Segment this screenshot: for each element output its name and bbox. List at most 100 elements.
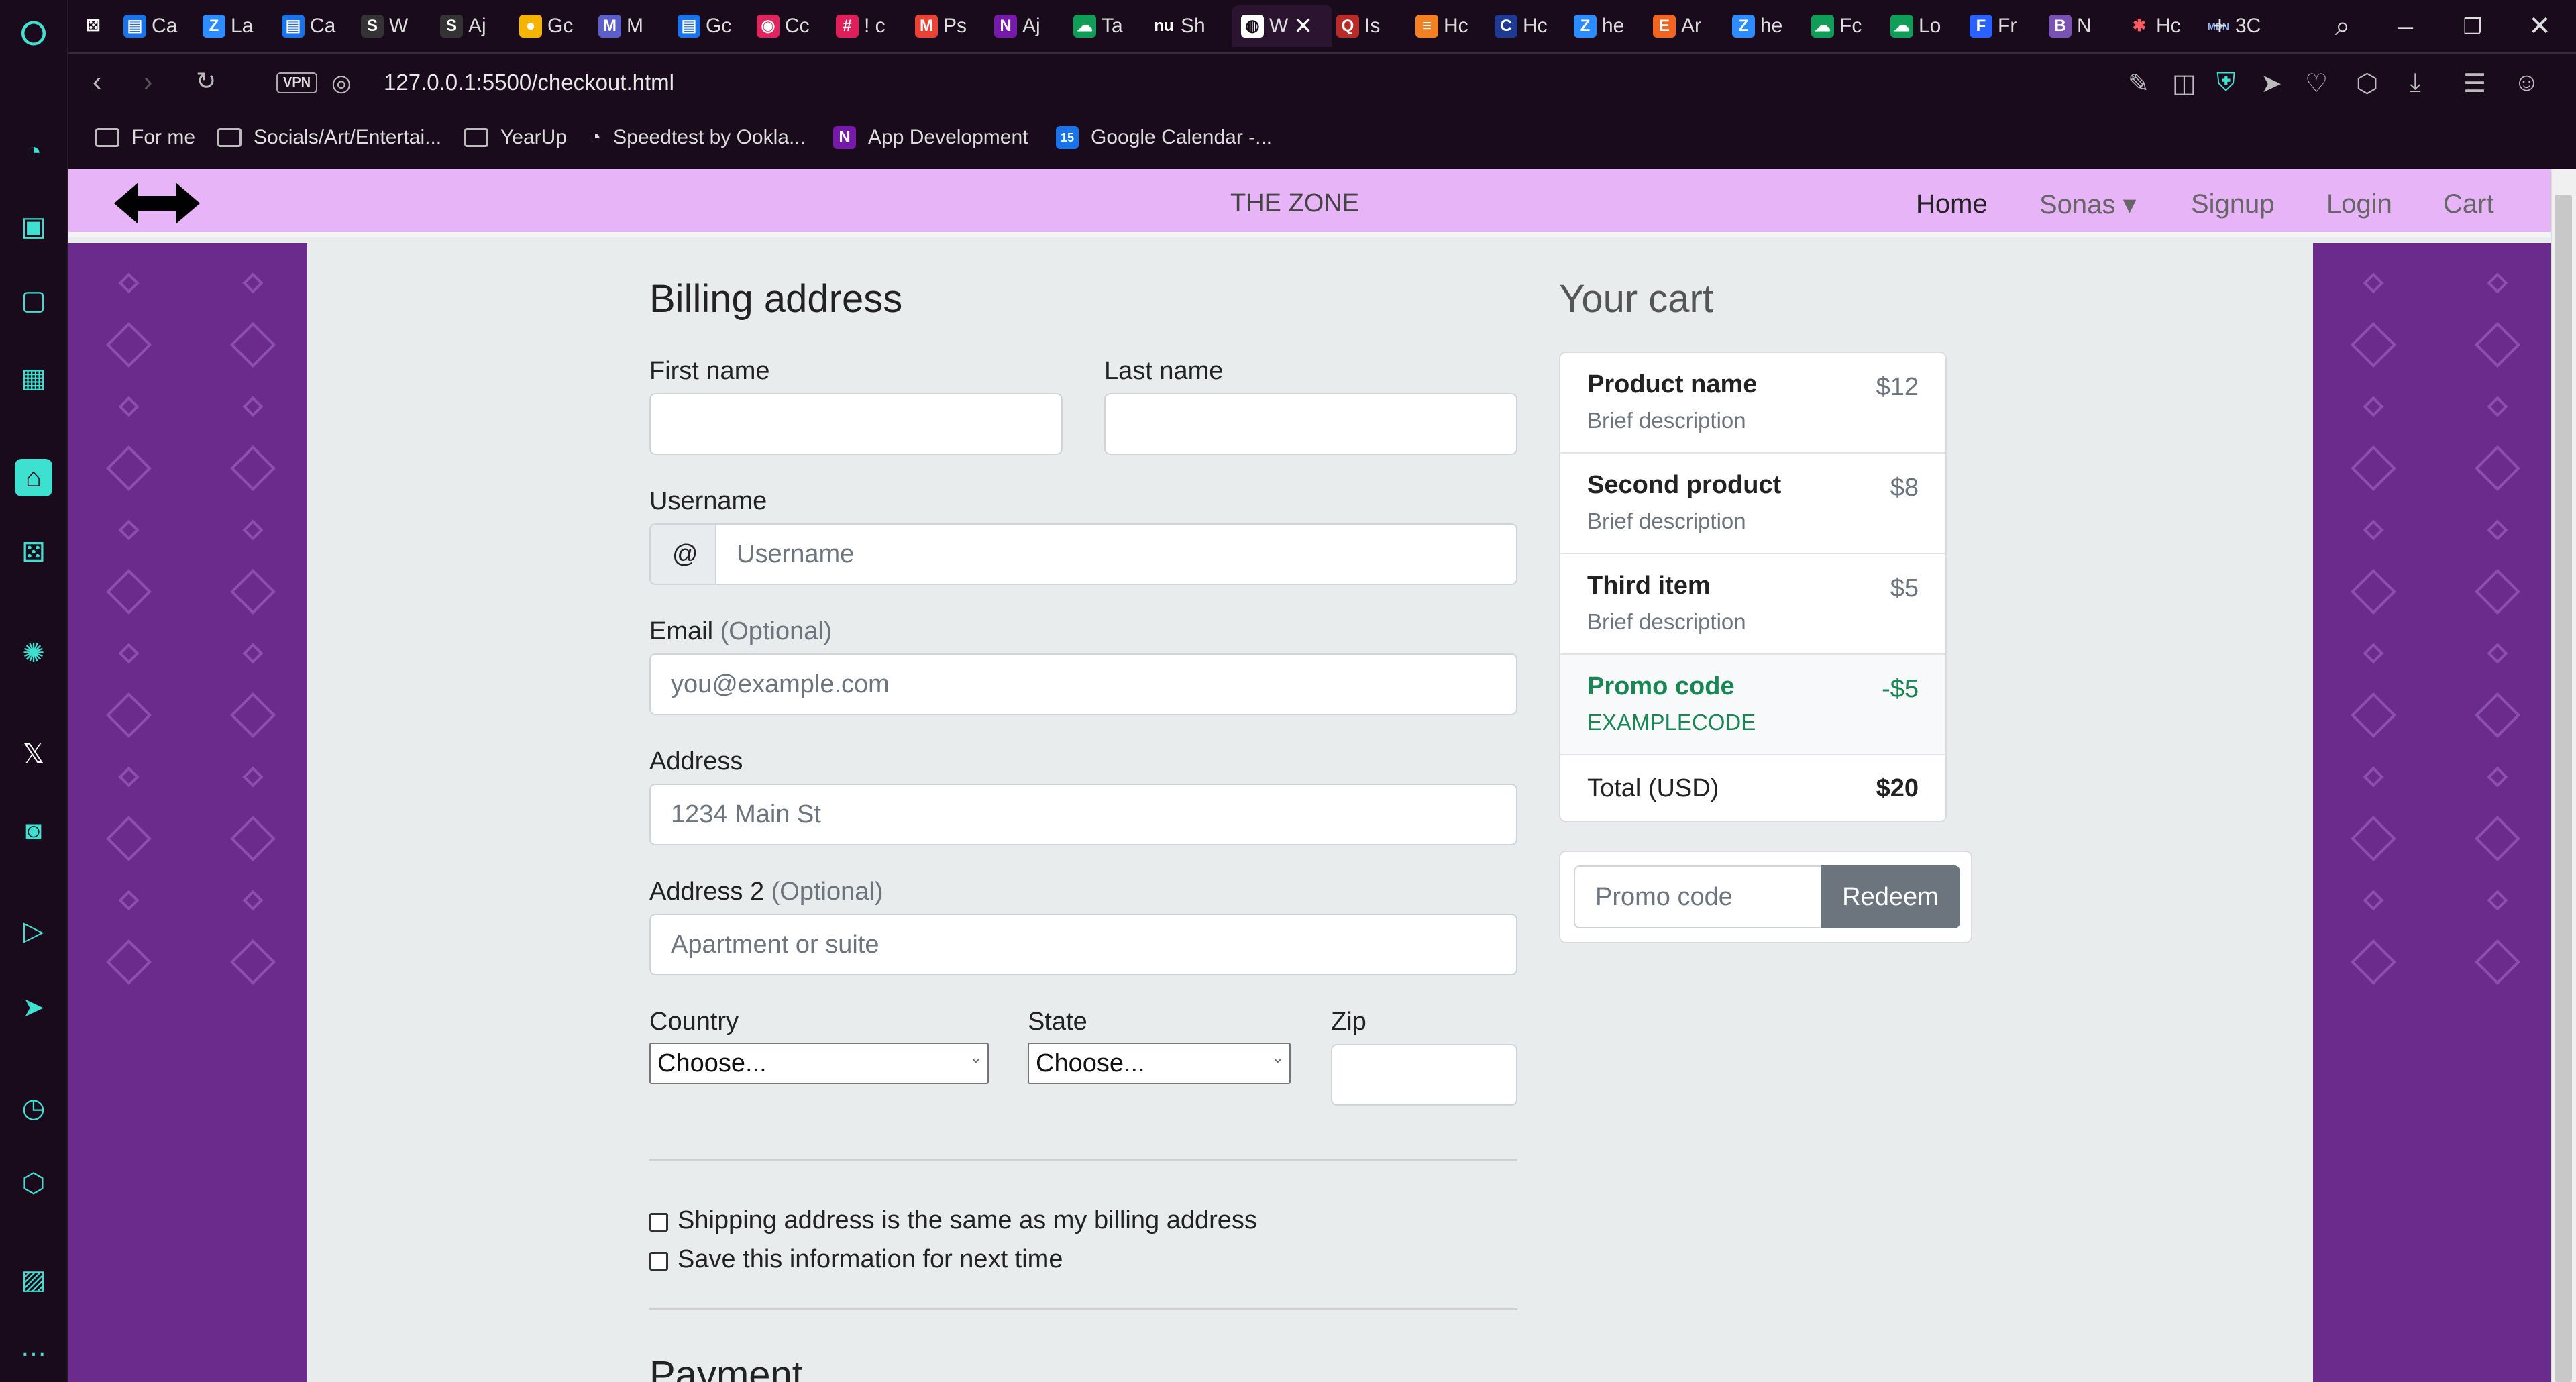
- speed-dial-icon[interactable]: ◔: [15, 133, 52, 170]
- browser-tab[interactable]: nu Sh: [1152, 5, 1228, 47]
- easy-setup-icon[interactable]: ☰: [2463, 68, 2486, 99]
- chip-icon[interactable]: ▦: [15, 360, 52, 397]
- globe-icon: ◎: [331, 70, 352, 96]
- browser-tab[interactable]: ▤ Gc: [678, 5, 753, 47]
- history-icon[interactable]: ◷: [15, 1089, 52, 1127]
- nav-sonas-dropdown[interactable]: Sonas ▾: [2039, 189, 2137, 220]
- back-icon[interactable]: ‹: [93, 67, 101, 97]
- browser-tab[interactable]: #! c: [836, 5, 911, 47]
- vpn-badge[interactable]: VPN: [276, 72, 318, 93]
- browser-tab[interactable]: Z La: [203, 5, 278, 47]
- restore-icon[interactable]: ❐: [2451, 5, 2494, 47]
- twitch-icon[interactable]: ▢: [15, 282, 52, 319]
- new-tab-button[interactable]: +: [2198, 5, 2241, 47]
- save-info-label: Save this information for next time: [678, 1245, 1063, 1273]
- bookmark-item[interactable]: 15 Google Calendar -...: [1056, 126, 1272, 149]
- browser-tab[interactable]: E Ar: [1653, 5, 1728, 47]
- browser-tab[interactable]: ≡ Hc: [1415, 5, 1491, 47]
- nav-cart[interactable]: Cart: [2443, 189, 2494, 219]
- browser-tab[interactable]: ☁ Ta: [1073, 5, 1148, 47]
- tab-label: Ta: [1102, 15, 1123, 37]
- profile-icon[interactable]: ☺: [2514, 68, 2540, 97]
- double-arrow-logo-icon[interactable]: [114, 180, 200, 227]
- nav-home[interactable]: Home: [1916, 189, 1988, 219]
- search-tabs-icon[interactable]: ⌕: [2321, 5, 2364, 47]
- divider: [649, 1308, 1517, 1310]
- browser-tab[interactable]: Q Is: [1336, 5, 1411, 47]
- browser-tab[interactable]: N Aj: [994, 5, 1069, 47]
- country-select[interactable]: Choose...: [649, 1043, 989, 1084]
- browser-tab[interactable]: MM: [598, 5, 674, 47]
- discord-icon[interactable]: ◙: [15, 812, 52, 849]
- browser-tab[interactable]: S Aj: [440, 5, 515, 47]
- send-icon[interactable]: ➤: [15, 989, 52, 1026]
- browser-tab[interactable]: ⚄: [82, 5, 119, 47]
- zip-input[interactable]: [1331, 1044, 1517, 1106]
- browser-tab[interactable]: ● Gc: [519, 5, 594, 47]
- browser-tab[interactable]: ✱ Hc: [2128, 5, 2203, 47]
- browser-tab[interactable]: F Fr: [1970, 5, 2045, 47]
- forward-icon[interactable]: ›: [144, 67, 152, 97]
- minimize-icon[interactable]: –: [2384, 5, 2427, 47]
- promo-code-input[interactable]: Promo code: [1574, 865, 1822, 928]
- same-address-checkbox[interactable]: [649, 1213, 668, 1232]
- nav-login[interactable]: Login: [2326, 189, 2392, 219]
- shopping-icon[interactable]: ▣: [15, 208, 52, 246]
- bookmark-item[interactable]: N App Development: [833, 126, 1028, 149]
- site-brand[interactable]: THE ZONE: [1230, 189, 1359, 218]
- email-input[interactable]: you@example.com: [649, 653, 1517, 715]
- browser-tab[interactable]: ☁ Lo: [1890, 5, 1966, 47]
- player-icon[interactable]: ▷: [15, 912, 52, 950]
- last-name-input[interactable]: [1104, 393, 1517, 455]
- browser-tab[interactable]: C Hc: [1495, 5, 1570, 47]
- url-field[interactable]: 127.0.0.1:5500/checkout.html: [384, 70, 674, 95]
- tab-active[interactable]: ◍ W ✕: [1232, 5, 1332, 47]
- browser-tab[interactable]: Zhe: [1574, 5, 1649, 47]
- heart-icon[interactable]: ♡: [2305, 68, 2328, 99]
- reload-icon[interactable]: ↻: [196, 67, 216, 95]
- save-info-checkbox[interactable]: [649, 1252, 668, 1271]
- pattern-diamond: [242, 396, 264, 417]
- browser-tab[interactable]: ◉ Cc: [757, 5, 832, 47]
- state-select[interactable]: Choose...: [1028, 1043, 1291, 1084]
- browser-tab[interactable]: ☁ Fc: [1811, 5, 1886, 47]
- opera-logo-icon[interactable]: ⭘: [15, 15, 52, 52]
- pattern-diamond: [2475, 445, 2520, 491]
- pattern-diamond: [2351, 445, 2396, 491]
- browser-tab[interactable]: M Ps: [915, 5, 990, 47]
- scrollbar-thumb[interactable]: [2555, 195, 2572, 1382]
- close-tab-icon[interactable]: ✕: [1293, 13, 1313, 40]
- browser-tab[interactable]: ▤ Ca: [282, 5, 357, 47]
- first-name-input[interactable]: [649, 393, 1063, 455]
- username-input[interactable]: Username: [715, 523, 1517, 585]
- bookmark-item[interactable]: Socials/Art/Entertai...: [217, 126, 441, 149]
- gallery-icon[interactable]: ▨: [15, 1261, 52, 1299]
- close-window-icon[interactable]: ✕: [2518, 5, 2561, 47]
- share-icon[interactable]: ✎: [2128, 68, 2149, 99]
- bookmark-item[interactable]: For me: [95, 126, 195, 149]
- record-icon: ◉: [757, 15, 780, 38]
- bookmark-item[interactable]: YearUp: [464, 126, 567, 149]
- browser-tab[interactable]: Zhe: [1732, 5, 1807, 47]
- shield-icon[interactable]: ⛨: [2216, 68, 2236, 97]
- cube-icon[interactable]: ⬡: [2356, 68, 2378, 99]
- more-icon[interactable]: …: [15, 1328, 52, 1366]
- send-icon[interactable]: ➤: [2261, 68, 2282, 99]
- total-value: $20: [1876, 774, 1919, 802]
- cube-icon[interactable]: ⬡: [15, 1165, 52, 1202]
- browser-tab[interactable]: ▤ Ca: [123, 5, 199, 47]
- nav-signup[interactable]: Signup: [2191, 189, 2275, 219]
- gamepad-icon[interactable]: ⚄: [15, 534, 52, 572]
- camera-icon[interactable]: ◫: [2172, 68, 2196, 99]
- home-icon[interactable]: ⌂: [15, 459, 52, 496]
- browser-tab[interactable]: SW: [361, 5, 436, 47]
- browser-tab[interactable]: BN: [2049, 5, 2124, 47]
- x-twitter-icon[interactable]: 𝕏: [15, 735, 52, 773]
- redeem-button[interactable]: Redeem: [1821, 865, 1960, 928]
- address2-input[interactable]: Apartment or suite: [649, 914, 1517, 975]
- bookmark-item[interactable]: ◔ Speedtest by Ookla...: [589, 126, 806, 149]
- download-icon[interactable]: ⤓: [2410, 68, 2421, 97]
- cart-item-desc: Brief description: [1587, 609, 1746, 634]
- chatgpt-icon[interactable]: ✺: [15, 635, 52, 672]
- address-input[interactable]: 1234 Main St: [649, 784, 1517, 845]
